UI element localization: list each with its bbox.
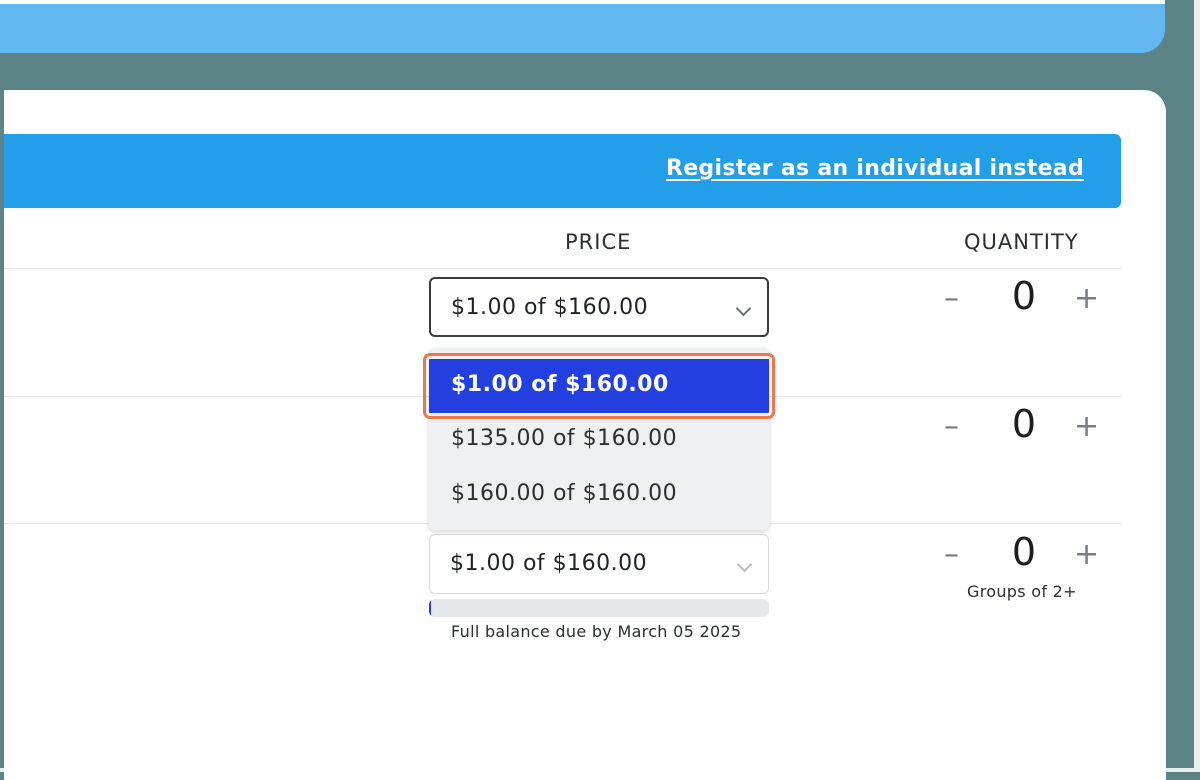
quantity-value: 0 (1011, 274, 1037, 318)
decrement-button[interactable]: – (944, 282, 959, 316)
price-select-row-1[interactable]: $1.00 of $160.00 (429, 277, 769, 337)
decrement-button[interactable]: – (944, 410, 959, 444)
price-dropdown-menu: $1.00 of $160.00 $135.00 of $160.00 $160… (423, 348, 775, 530)
card-header: Register as an individual instead (4, 134, 1121, 208)
quantity-column-header: QUANTITY (964, 230, 1079, 254)
top-banner (0, 0, 1165, 53)
chevron-down-icon (735, 300, 752, 317)
increment-button[interactable]: + (1074, 538, 1099, 572)
payment-progress-bar (429, 599, 769, 617)
decrement-button[interactable]: – (944, 538, 959, 572)
increment-button[interactable]: + (1074, 410, 1099, 444)
chevron-down-icon (736, 556, 753, 573)
price-column-header: PRICE (565, 230, 632, 254)
group-size-note: Groups of 2+ (967, 582, 1077, 601)
increment-button[interactable]: + (1074, 282, 1099, 316)
balance-due-note: Full balance due by March 05 2025 (451, 622, 742, 641)
price-select-row-3[interactable]: $1.00 of $160.00 (429, 534, 769, 594)
row-divider (4, 268, 1121, 269)
price-select-value: $1.00 of $160.00 (450, 551, 648, 576)
quantity-value: 0 (1011, 530, 1037, 574)
quantity-value: 0 (1011, 402, 1037, 446)
dropdown-option[interactable]: $135.00 of $160.00 (429, 413, 769, 467)
register-individual-link[interactable]: Register as an individual instead (666, 156, 1084, 181)
quantity-stepper-row-2: – 0 + (944, 402, 1104, 456)
window-edge (1194, 0, 1200, 772)
dropdown-option[interactable]: $1.00 of $160.00 (423, 353, 775, 419)
dropdown-option[interactable]: $160.00 of $160.00 (429, 468, 769, 522)
registration-card: Register as an individual instead PRICE … (4, 90, 1166, 780)
quantity-stepper-row-1: – 0 + (944, 274, 1104, 328)
payment-progress-fill (429, 599, 432, 617)
quantity-stepper-row-3: – 0 + (944, 530, 1104, 584)
price-select-value: $1.00 of $160.00 (451, 295, 649, 320)
